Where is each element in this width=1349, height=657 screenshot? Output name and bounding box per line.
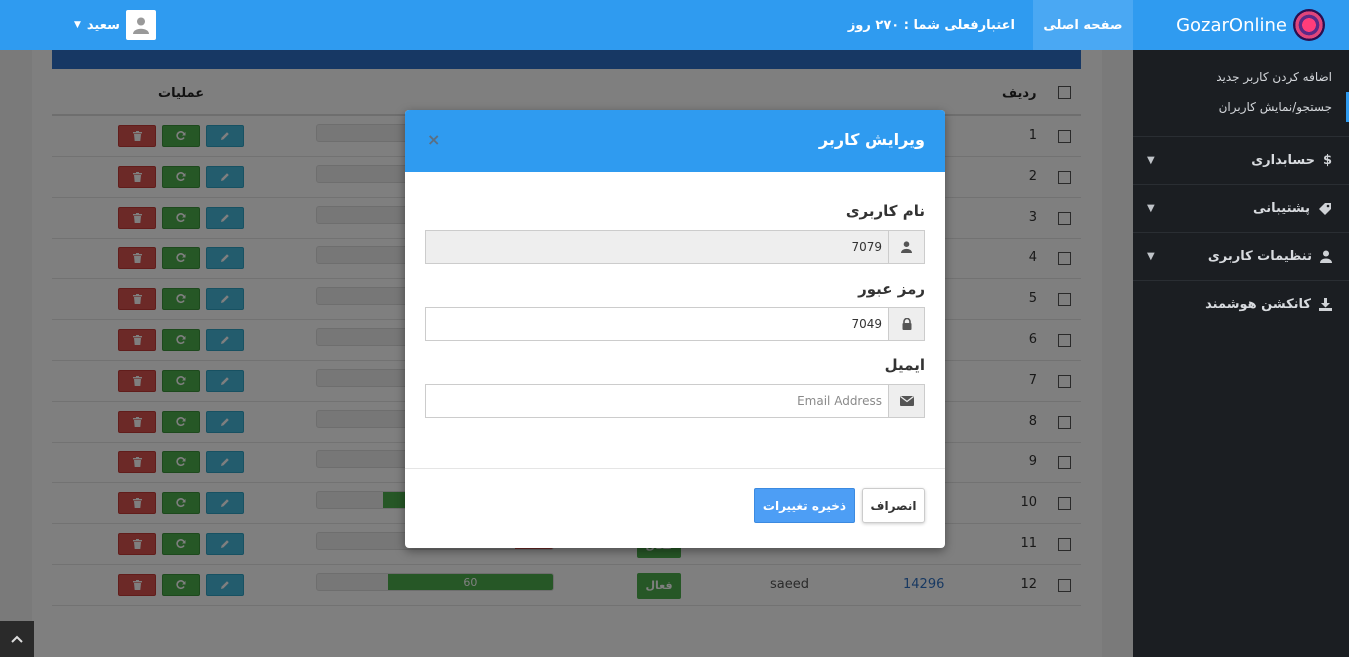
brand[interactable]: GozarOnline [1176, 0, 1325, 50]
caret-down-icon: ▼ [1147, 155, 1155, 166]
username-input-group: 7079 [425, 230, 925, 264]
caret-down-icon: ▼ [1147, 251, 1155, 262]
sidebar-item-label: کانکشن هوشمند [1205, 297, 1311, 312]
nav-home-link[interactable]: صفحه اصلی [1033, 0, 1133, 50]
credit-status: اعتبارفعلی شما : ۲۷۰ روز [847, 17, 1015, 33]
chevron-up-icon [11, 635, 23, 643]
user-icon [1320, 250, 1332, 263]
password-input-group: 7049 [425, 307, 925, 341]
modal-title: ویرایش کاربر [818, 130, 925, 149]
user-name: سعید [86, 17, 120, 33]
scroll-top-button[interactable] [0, 621, 34, 657]
email-label: ایمیل [884, 356, 925, 374]
envelope-icon [888, 384, 925, 418]
edit-user-modal: ویرایش کاربر × نام کاربری 7079 رمز عبور … [405, 110, 945, 548]
modal-header: ویرایش کاربر × [405, 110, 945, 172]
password-field[interactable]: 7049 [425, 307, 888, 341]
caret-down-icon: ▼ [1147, 203, 1155, 214]
avatar [125, 10, 156, 40]
tag-icon [1319, 202, 1331, 215]
save-button[interactable]: ذخیره تغییرات [754, 488, 855, 523]
email-input-group: Email Address [425, 384, 925, 418]
password-label: رمز عبور [858, 280, 925, 298]
sidebar-item-label: پشتیبانی [1253, 201, 1310, 216]
dollar-icon: $ [1322, 153, 1332, 168]
sidebar-item-add-user[interactable]: اضافه کردن کاربر جدید [1133, 62, 1349, 92]
brand-name: GozarOnline [1176, 14, 1287, 36]
top-navbar: GozarOnline صفحه اصلی اعتبارفعلی شما : ۲… [0, 0, 1349, 50]
sidebar-item-label: حسابداری [1251, 153, 1315, 168]
user-icon [888, 230, 925, 264]
sidebar-item-support[interactable]: ▼ پشتیبانی [1133, 184, 1349, 232]
sidebar: اضافه کردن کاربر جدید جستجو/نمایش کاربرا… [1133, 50, 1349, 657]
caret-down-icon: ▼ [74, 20, 81, 30]
username-label: نام کاربری [845, 202, 925, 220]
lock-icon [888, 307, 925, 341]
sidebar-item-search-users[interactable]: جستجو/نمایش کاربران [1133, 92, 1349, 122]
email-field[interactable]: Email Address [425, 384, 888, 418]
brand-logo-icon [1293, 9, 1325, 41]
username-field[interactable]: 7079 [425, 230, 888, 264]
sidebar-item-accounting[interactable]: ▼ حسابداری $ [1133, 136, 1349, 184]
close-icon[interactable]: × [427, 130, 440, 149]
sidebar-item-label: تنظیمات کاربری [1207, 249, 1312, 264]
download-icon [1319, 298, 1332, 311]
user-menu[interactable]: ▼ سعید [74, 10, 156, 40]
cancel-button[interactable]: انصراف [862, 488, 925, 523]
sidebar-item-smart-connection[interactable]: کانکشن هوشمند [1133, 280, 1349, 328]
modal-footer-divider [405, 468, 945, 469]
sidebar-item-user-settings[interactable]: ▼ تنظیمات کاربری [1133, 232, 1349, 280]
user-avatar-icon [132, 17, 149, 34]
